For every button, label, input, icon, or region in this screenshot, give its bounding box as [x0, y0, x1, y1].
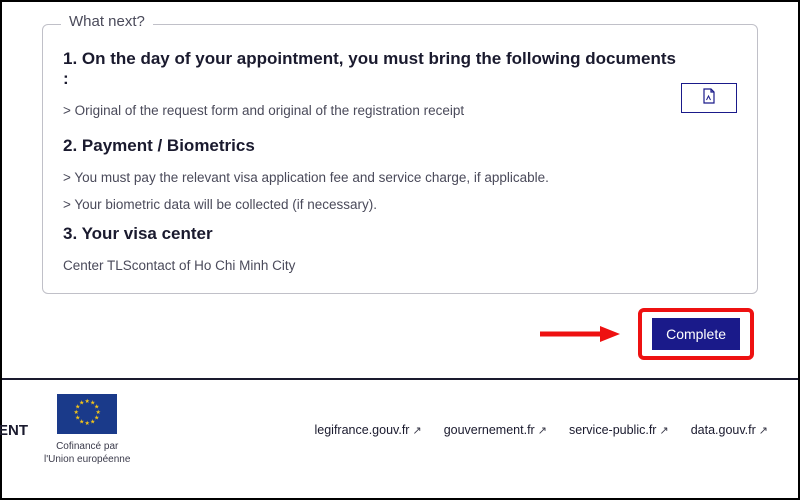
- external-link-icon: ↗: [659, 424, 668, 437]
- section3-heading: 3. Your visa center: [63, 224, 737, 244]
- content-area: What next? 1. On the day of your appoint…: [2, 2, 798, 360]
- section1-line1: > Original of the request form and origi…: [63, 103, 681, 118]
- footer-link-service-public[interactable]: service-public.fr ↗: [569, 423, 669, 437]
- footer-link-label: data.gouv.fr: [691, 423, 756, 437]
- footer-links: legifrance.gouv.fr ↗ gouvernement.fr ↗ s…: [315, 423, 769, 437]
- section2-heading: 2. Payment / Biometrics: [63, 136, 737, 156]
- eu-line2: l'Union européenne: [44, 453, 130, 466]
- whatnext-panel: What next? 1. On the day of your appoint…: [42, 24, 758, 294]
- complete-row: Complete: [42, 308, 758, 360]
- footer: ENT ★ ★ ★ ★ ★ ★ ★ ★ ★ ★ ★ ★ Cofinancé: [2, 380, 798, 466]
- footer-link-data-gouv[interactable]: data.gouv.fr ↗: [691, 423, 768, 437]
- footer-link-gouvernement[interactable]: gouvernement.fr ↗: [444, 423, 547, 437]
- external-link-icon: ↗: [538, 424, 547, 437]
- file-pdf-icon: [702, 88, 716, 109]
- footer-link-legifrance[interactable]: legifrance.gouv.fr ↗: [315, 423, 422, 437]
- arrow-right-icon: [540, 324, 620, 344]
- footer-left: ENT ★ ★ ★ ★ ★ ★ ★ ★ ★ ★ ★ ★ Cofinancé: [2, 394, 130, 466]
- eu-flag-icon: ★ ★ ★ ★ ★ ★ ★ ★ ★ ★ ★ ★: [57, 394, 117, 434]
- panel-legend: What next?: [61, 13, 153, 30]
- section2-line2: > Your biometric data will be collected …: [63, 197, 737, 212]
- eu-line1: Cofinancé par: [44, 440, 130, 453]
- footer-link-label: legifrance.gouv.fr: [315, 423, 410, 437]
- footer-link-label: service-public.fr: [569, 423, 657, 437]
- download-document-button[interactable]: [681, 83, 737, 113]
- section-documents: 1. On the day of your appointment, you m…: [63, 43, 737, 130]
- ent-label: ENT: [0, 422, 28, 439]
- section2-line1: > You must pay the relevant visa applica…: [63, 170, 737, 185]
- complete-highlight-frame: Complete: [638, 308, 754, 360]
- external-link-icon: ↗: [759, 424, 768, 437]
- footer-link-label: gouvernement.fr: [444, 423, 535, 437]
- section3-line1: Center TLScontact of Ho Chi Minh City: [63, 258, 737, 273]
- section1-heading: 1. On the day of your appointment, you m…: [63, 49, 681, 89]
- external-link-icon: ↗: [412, 424, 421, 437]
- complete-button[interactable]: Complete: [652, 318, 740, 350]
- eu-cofinance-block: ★ ★ ★ ★ ★ ★ ★ ★ ★ ★ ★ ★ Cofinancé par l'…: [44, 394, 130, 466]
